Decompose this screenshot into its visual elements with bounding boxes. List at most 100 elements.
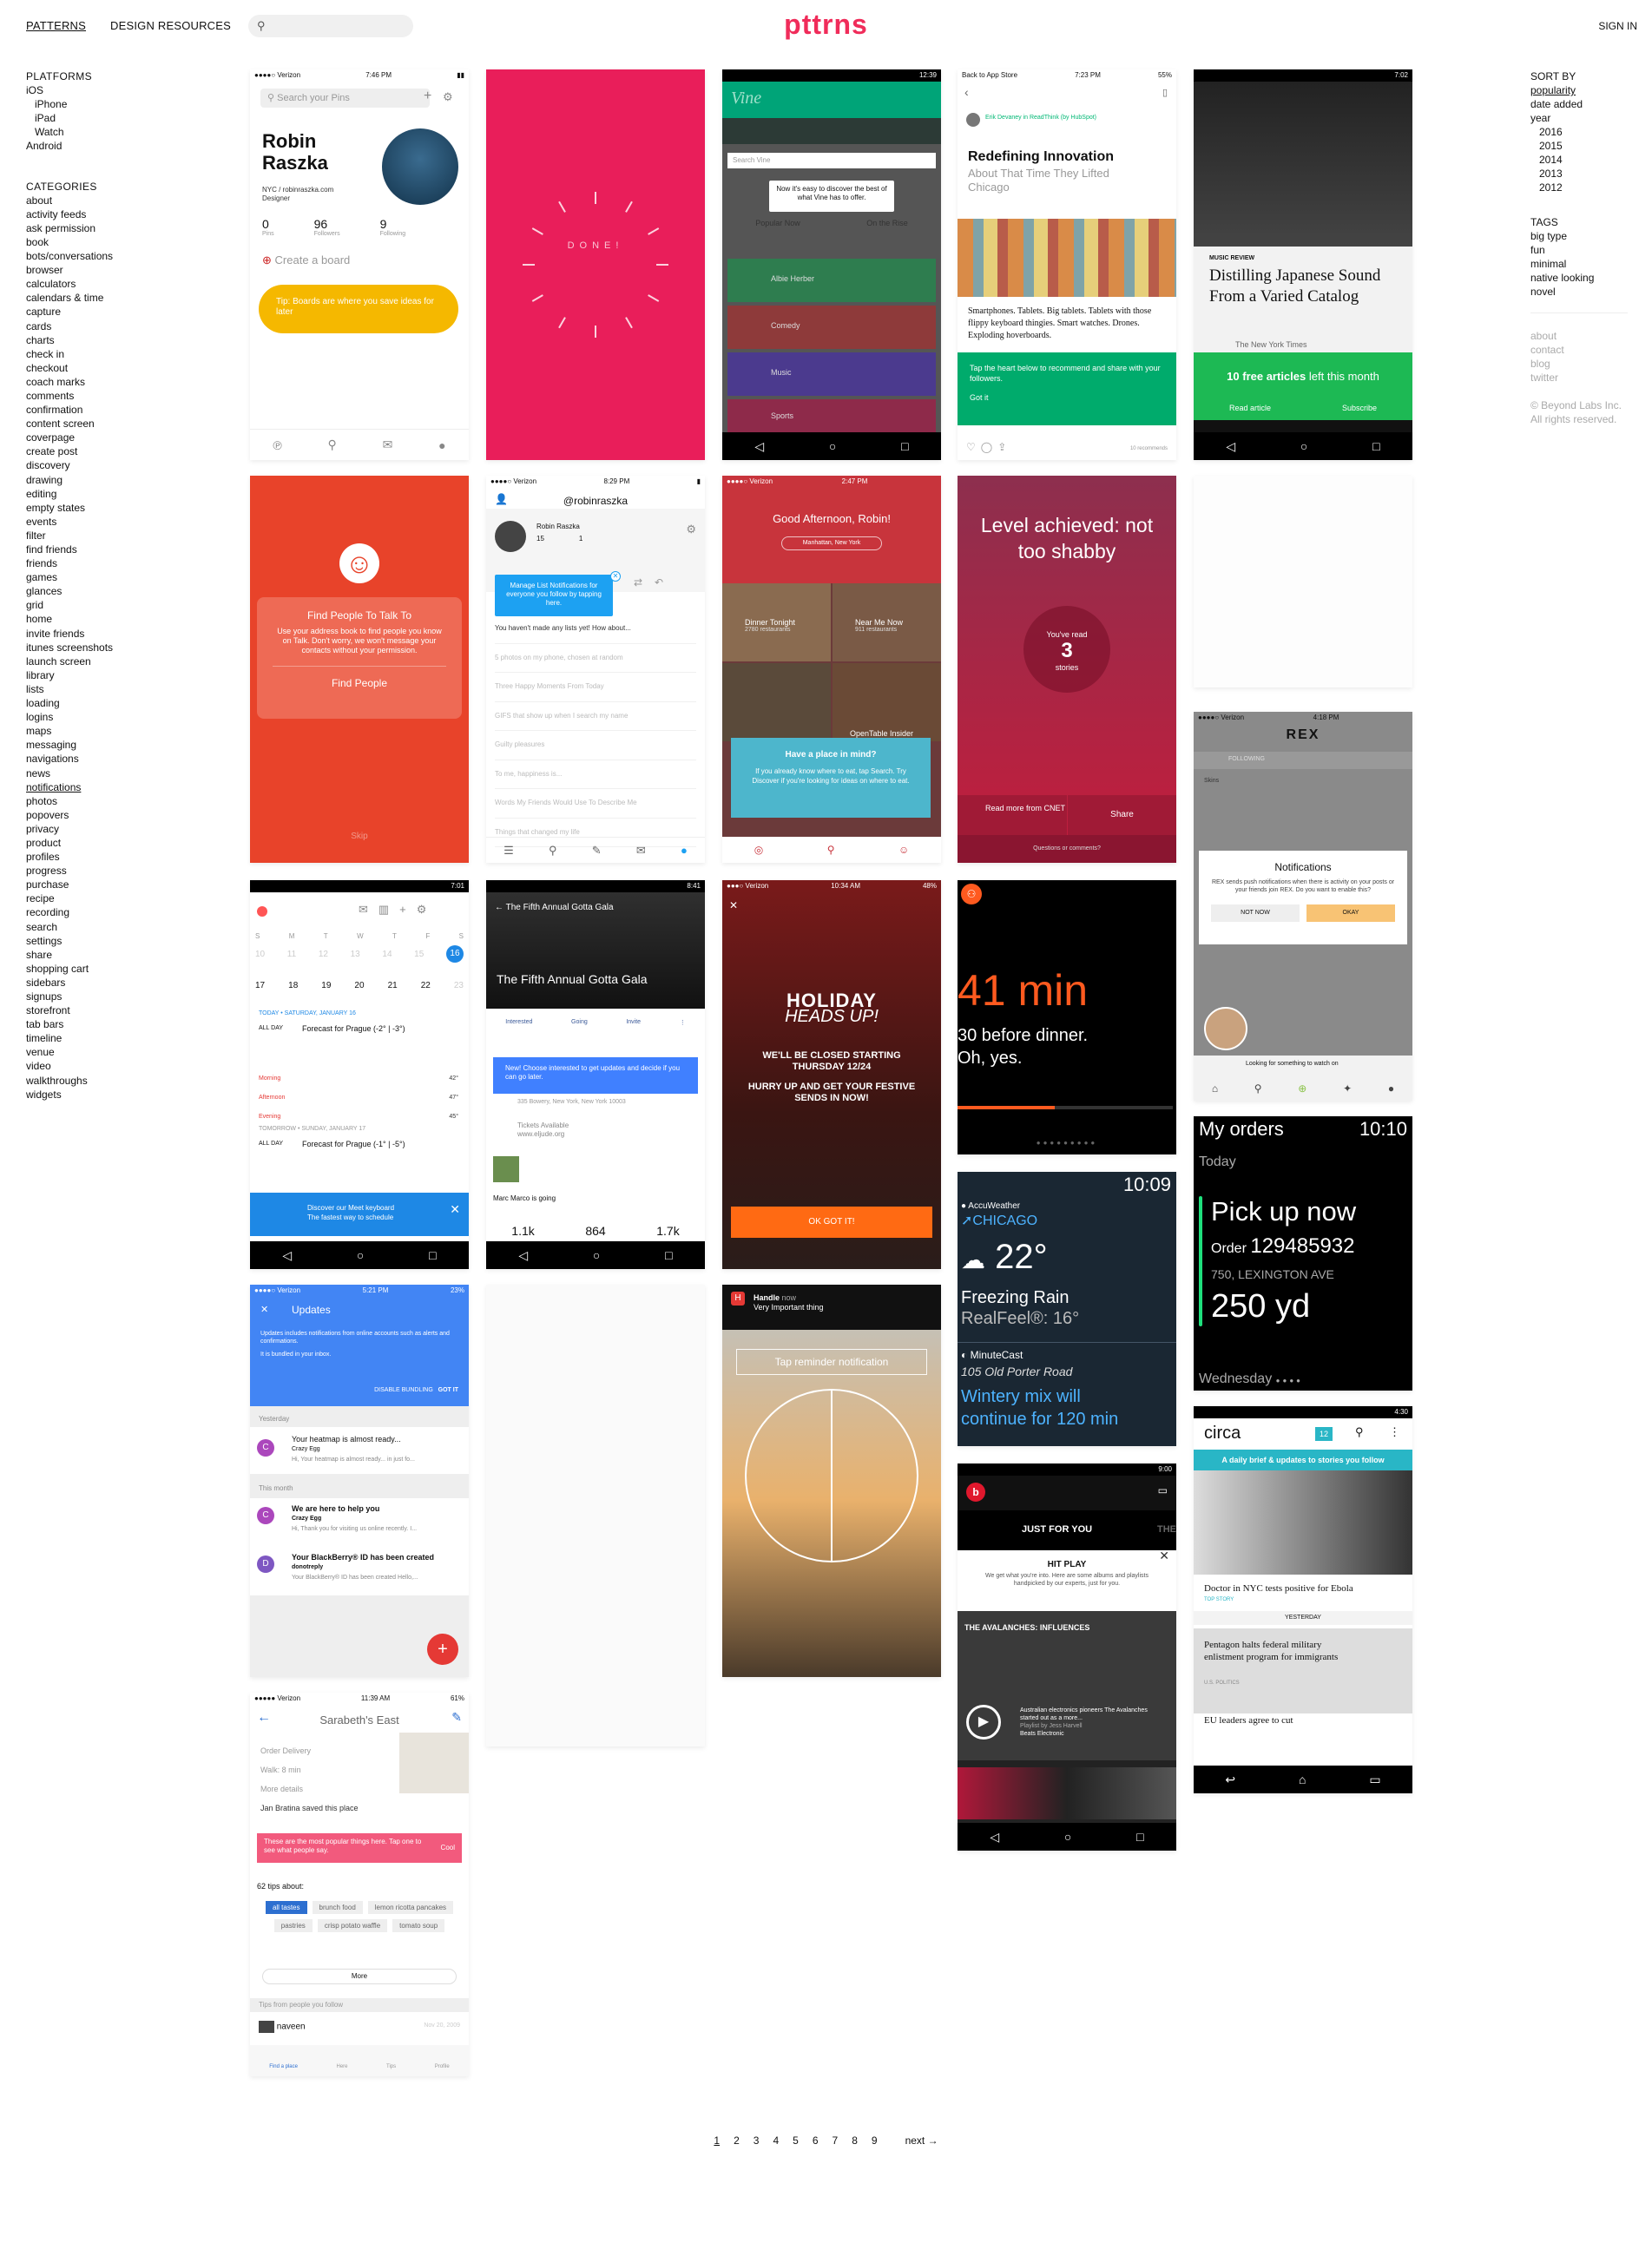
story-headline[interactable]: Doctor in NYC tests positive for Ebola (1204, 1583, 1353, 1594)
close-icon[interactable]: ✕ (260, 1304, 268, 1315)
footer-twitter[interactable]: twitter (1530, 371, 1643, 385)
more-icon[interactable]: ⋮ (680, 1019, 686, 1026)
calendar-day[interactable]: 16 (445, 945, 464, 963)
taste-chip[interactable]: brunch food (312, 1901, 363, 1914)
category-link[interactable]: games (26, 570, 234, 584)
person-icon[interactable]: ● (438, 438, 445, 452)
email-row[interactable]: We are here to help you Crazy Egg Hi, Than… (292, 1503, 417, 1535)
page-link[interactable]: 6 (813, 2134, 819, 2147)
tile-dinner[interactable]: Dinner Tonight 2780 restaurants (722, 583, 831, 661)
recents-icon[interactable]: □ (1136, 1830, 1143, 1844)
category-link[interactable]: coach marks (26, 375, 234, 389)
story-headline[interactable]: EU leaders agree to cut (1204, 1715, 1293, 1726)
category-link[interactable]: filter (26, 529, 234, 543)
calendar-day[interactable]: 21 (388, 981, 398, 990)
screenshot-card-blank[interactable] (486, 1285, 705, 1746)
category-link[interactable]: notifications (26, 780, 234, 794)
category-link[interactable]: recipe (26, 891, 234, 905)
compose-icon[interactable]: ✎ (592, 844, 602, 858)
taste-chip[interactable]: tomato soup (392, 1919, 445, 1932)
tag-minimal[interactable]: minimal (1530, 257, 1643, 271)
category-link[interactable]: tab bars (26, 1017, 234, 1031)
not-now-button[interactable]: NOT NOW (1211, 904, 1300, 922)
screenshot-card-vine[interactable]: 12:39 Vine Search Vine Now it's easy to … (722, 69, 941, 460)
category-link[interactable]: book (26, 235, 234, 249)
screenshot-card-twitter[interactable]: ●●●●○ Verizon 8:29 PM ▮ 👤 @robinraszka Rob… (486, 476, 705, 863)
tag-native-looking[interactable]: native looking (1530, 271, 1643, 285)
more-icon[interactable]: ⋮ (1389, 1425, 1400, 1439)
home-icon[interactable]: ⌂ (1212, 1082, 1218, 1095)
category-link[interactable]: shopping cart (26, 962, 234, 976)
search-icon[interactable]: ⚲ (1254, 1082, 1262, 1095)
search-icon[interactable]: ⚲ (1355, 1425, 1364, 1439)
year-2016[interactable]: 2016 (1530, 125, 1643, 139)
footer-contact[interactable]: contact (1530, 343, 1643, 357)
sort-year[interactable]: year (1530, 111, 1643, 125)
screenshot-card-medium[interactable]: Back to App Store 7:23 PM 55% ‹ ▯ Erik Dev… (958, 69, 1176, 460)
home-icon[interactable]: ○ (593, 1248, 600, 1262)
tile-near-me[interactable]: Near Me Now 911 restaurants (833, 583, 941, 661)
category-link[interactable]: photos (26, 794, 234, 808)
forecast-event[interactable]: Forecast for Prague (-2° | -3°) (302, 1024, 405, 1033)
category-link[interactable]: about (26, 194, 234, 207)
tag-novel[interactable]: novel (1530, 285, 1643, 299)
screenshot-card-gala[interactable]: 8:41 ← The Fifth Annual Gotta Gala The F… (486, 880, 705, 1269)
category-link[interactable]: coverpage (26, 431, 234, 444)
platform-ios[interactable]: iOS (26, 83, 234, 97)
screenshot-card-talk[interactable]: ☺ Find People To Talk To Use your addres… (250, 476, 469, 863)
category-link[interactable]: create post (26, 444, 234, 458)
tile-insider[interactable]: OpenTable Insider (833, 663, 941, 741)
search-input[interactable]: Search Vine (727, 153, 936, 168)
page-link[interactable]: 4 (773, 2134, 779, 2147)
discover-icon[interactable]: ◎ (754, 844, 763, 856)
calendar-day[interactable]: 12 (319, 950, 328, 963)
screenshot-card-handle[interactable]: H Handle now Very Important thing Tap rem… (722, 1285, 941, 1677)
category-link[interactable]: purchase (26, 878, 234, 891)
gear-icon[interactable]: ⚙ (443, 90, 453, 104)
category-link[interactable]: find friends (26, 543, 234, 556)
calendar-day[interactable]: 18 (288, 981, 298, 990)
category-link[interactable]: discovery (26, 458, 234, 472)
back-icon[interactable]: ↩ (1225, 1773, 1235, 1787)
category-link[interactable]: launch screen (26, 654, 234, 668)
recents-icon[interactable]: □ (1372, 439, 1379, 453)
chat-icon[interactable]: ▭ (1158, 1484, 1168, 1496)
channel-row[interactable]: Comedy (727, 306, 936, 349)
play-icon[interactable]: ▶ (966, 1705, 1001, 1740)
back-icon[interactable]: ◁ (1226, 439, 1235, 454)
year-2013[interactable]: 2013 (1530, 167, 1643, 181)
close-icon[interactable]: ✕ (450, 1203, 460, 1215)
home-icon[interactable]: ○ (1064, 1830, 1071, 1844)
profile-icon[interactable]: ☺ (898, 844, 909, 856)
taste-chip[interactable]: pastries (273, 1919, 313, 1932)
screenshot-card-calendar[interactable]: 7:01 ✉▥+⚙ S M T W T F S 10 11 12 13 14 15 16 17 18 19 2… (250, 880, 469, 1269)
screenshot-card-updates[interactable]: ●●●●○ Verizon 5:21 PM 23% ✕ Updates Update… (250, 1285, 469, 1677)
platform-iphone[interactable]: iPhone (26, 97, 234, 111)
category-link[interactable]: profiles (26, 850, 234, 864)
search-icon[interactable]: ⚲ (328, 437, 337, 452)
category-link[interactable]: comments (26, 389, 234, 403)
unread-badge[interactable]: 12 (1315, 1427, 1333, 1441)
screenshot-card-blank[interactable] (1194, 476, 1412, 687)
category-link[interactable]: cards (26, 319, 234, 333)
sign-in-link[interactable]: SIGN IN (1598, 20, 1637, 32)
home-icon[interactable]: ⌂ (1299, 1773, 1306, 1786)
page-link[interactable]: 3 (754, 2134, 760, 2147)
page-link[interactable]: 8 (852, 2134, 858, 2147)
messages-icon[interactable]: ✉ (636, 844, 646, 858)
list-item[interactable]: To me, happiness is... (495, 760, 696, 789)
back-arrow-icon[interactable]: ← (495, 903, 506, 912)
screenshot-card-orders[interactable]: My orders 10:10 Today Pick up now Order … (1194, 1116, 1412, 1391)
calendar-day[interactable]: 20 (354, 981, 364, 990)
category-link[interactable]: venue (26, 1045, 234, 1059)
category-link[interactable]: loading (26, 696, 234, 710)
calendar-day[interactable]: 22 (421, 981, 431, 990)
category-link[interactable]: ask permission (26, 221, 234, 235)
tab-just-for-you[interactable]: JUST FOR YOU THE (958, 1510, 1176, 1550)
list-item[interactable]: Three Happy Moments From Today (495, 673, 696, 702)
category-link[interactable]: news (26, 766, 234, 780)
read-more-button[interactable]: Read more from CNET (958, 795, 1067, 835)
category-link[interactable]: bots/conversations (26, 249, 234, 263)
tab-design-resources[interactable]: DESIGN RESOURCES (110, 19, 231, 32)
page-link[interactable]: 9 (872, 2134, 878, 2147)
